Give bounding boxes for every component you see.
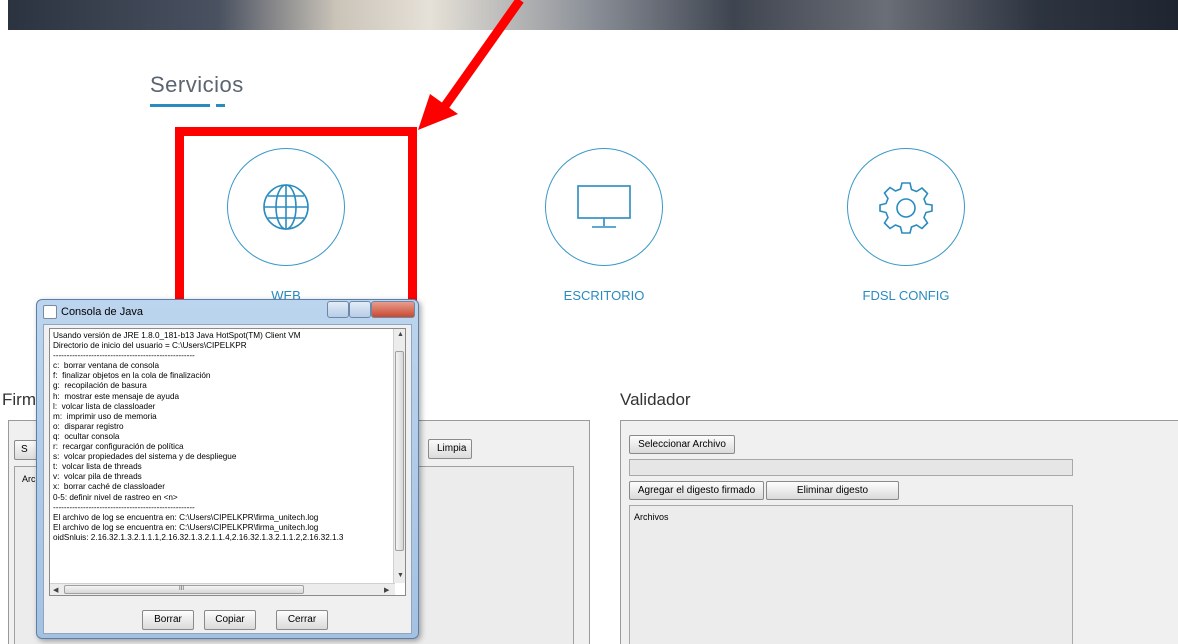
console-line: t: volcar lista de threads: [53, 462, 142, 472]
horizontal-scrollbar[interactable]: ◀ III ▶: [50, 583, 395, 595]
hero-banner-image: [8, 0, 1178, 30]
monitor-icon: [577, 185, 631, 228]
validador-title: Validador: [620, 390, 691, 409]
service-escritorio-label[interactable]: ESCRITORIO: [534, 288, 674, 303]
console-output[interactable]: Usando versión de JRE 1.8.0_181-b13 Java…: [49, 328, 406, 596]
console-line: s: volcar propiedades del sistema y de d…: [53, 452, 237, 462]
validador-file-list[interactable]: [629, 505, 1073, 644]
copy-console-button[interactable]: Copiar: [204, 610, 256, 630]
services-title: Servicios: [150, 72, 244, 97]
title-underline-dash: [216, 104, 225, 107]
title-underline: [150, 104, 210, 107]
service-escritorio[interactable]: ESCRITORIO: [534, 148, 674, 303]
scroll-grip: III: [179, 586, 185, 592]
console-text: Usando versión de JRE 1.8.0_181-b13 Java…: [53, 331, 398, 543]
java-icon: [43, 305, 57, 319]
console-line: v: volcar pila de threads: [53, 472, 142, 482]
console-line: Usando versión de JRE 1.8.0_181-b13 Java…: [53, 331, 301, 340]
scroll-down-arrow-icon[interactable]: ▼: [397, 572, 404, 579]
add-signed-digest-button[interactable]: Agregar el digesto firmado: [629, 481, 764, 500]
validador-list-header: Archivos: [634, 512, 669, 522]
console-line: ----------------------------------------…: [53, 351, 195, 361]
service-fdsl-circle[interactable]: [847, 148, 965, 266]
console-line: Directorio de inicio del usuario = C:\Us…: [53, 341, 247, 351]
console-line: o: disparar registro: [53, 421, 124, 431]
scroll-left-arrow-icon[interactable]: ◀: [53, 586, 58, 594]
console-line: oidSnluis: 2.16.32.1.3.2.1.1.1,2.16.32.1…: [53, 532, 344, 542]
scroll-up-arrow-icon[interactable]: ▲: [397, 331, 404, 338]
console-line: q: ocultar consola: [53, 431, 120, 441]
console-line: c: borrar ventana de consola: [53, 361, 160, 371]
close-window-button[interactable]: [371, 301, 415, 318]
scroll-right-arrow-icon[interactable]: ▶: [384, 586, 389, 594]
console-line: f: finalizar objetos en la cola de final…: [53, 371, 211, 381]
firmador-title: Firm: [2, 390, 36, 409]
console-line: 0-5: definir nivel de rastreo en <n>: [53, 492, 178, 502]
console-line: l: volcar lista de classloader: [53, 401, 156, 411]
console-line: x: borrar caché de classloader: [53, 482, 165, 492]
service-fdsl-config[interactable]: FDSL CONFIG: [836, 148, 976, 303]
window-title: Consola de Java: [61, 306, 143, 318]
console-line: El archivo de log se encuentra en: C:\Us…: [53, 522, 319, 532]
vertical-scroll-thumb[interactable]: [395, 351, 404, 551]
selected-file-field[interactable]: [629, 459, 1073, 476]
java-console-window[interactable]: Consola de Java Usando versión de JRE 1.…: [36, 299, 419, 639]
console-line: h: mostrar este mensaje de ayuda: [53, 391, 180, 401]
minimize-button[interactable]: [327, 301, 349, 318]
clear-console-button[interactable]: Borrar: [142, 610, 194, 630]
service-escritorio-circle[interactable]: [545, 148, 663, 266]
close-console-button[interactable]: Cerrar: [276, 610, 328, 630]
firmador-clear-button[interactable]: Limpia: [428, 439, 472, 459]
console-line: ----------------------------------------…: [53, 502, 195, 512]
gear-icon: [879, 182, 933, 234]
highlight-box: [175, 127, 417, 308]
console-line: g: recopilación de basura: [53, 381, 147, 391]
service-fdsl-label[interactable]: FDSL CONFIG: [836, 288, 976, 303]
select-file-button[interactable]: Seleccionar Archivo: [629, 435, 735, 454]
maximize-button[interactable]: [349, 301, 371, 318]
horizontal-scroll-thumb[interactable]: III: [64, 585, 304, 594]
console-line: El archivo de log se encuentra en: C:\Us…: [53, 512, 319, 522]
console-body: Usando versión de JRE 1.8.0_181-b13 Java…: [43, 324, 412, 634]
console-line: m: imprimir uso de memoria: [53, 411, 157, 421]
console-line: r: recargar configuración de política: [53, 442, 184, 452]
remove-digest-button[interactable]: Eliminar digesto: [766, 481, 899, 500]
vertical-scrollbar[interactable]: ▲ ▼: [393, 329, 405, 583]
